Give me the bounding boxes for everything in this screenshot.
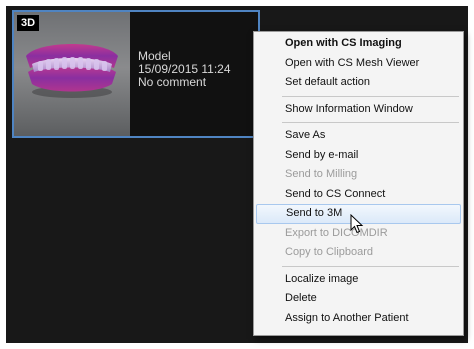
menu-item-send-to-cs-connect[interactable]: Send to CS Connect <box>256 185 461 205</box>
context-menu: Open with CS Imaging Open with CS Mesh V… <box>253 31 464 336</box>
menu-item-save-as[interactable]: Save As <box>256 126 461 146</box>
model-comment: No comment <box>138 75 207 89</box>
menu-separator <box>282 265 459 267</box>
model-card[interactable]: 3D Model 15/09/2015 11:24 No comment <box>12 10 260 138</box>
menu-item-show-information-window[interactable]: Show Information Window <box>256 100 461 120</box>
model-thumbnail[interactable]: 3D <box>14 12 130 136</box>
menu-item-open-cs-mesh-viewer[interactable]: Open with CS Mesh Viewer <box>256 54 461 74</box>
mouse-pointer-icon <box>350 214 364 234</box>
menu-item-send-by-email[interactable]: Send by e-mail <box>256 146 461 166</box>
menu-item-assign-to-another-patient[interactable]: Assign to Another Patient <box>256 309 461 329</box>
menu-item-set-default-action[interactable]: Set default action <box>256 73 461 93</box>
menu-item-localize-image[interactable]: Localize image <box>256 270 461 290</box>
image-browser-panel: 3D Model 15/09/2015 11:24 No comment Ope… <box>6 6 468 343</box>
menu-item-delete[interactable]: Delete <box>256 289 461 309</box>
model-info: Model 15/09/2015 11:24 No comment <box>138 50 231 89</box>
menu-item-open-cs-imaging[interactable]: Open with CS Imaging <box>256 34 461 54</box>
menu-item-copy-to-clipboard: Copy to Clipboard <box>285 246 374 258</box>
menu-separator <box>282 95 459 97</box>
menu-separator <box>282 122 459 123</box>
menu-item-send-to-milling: Send to Milling <box>285 168 358 180</box>
3d-badge: 3D <box>17 15 40 31</box>
